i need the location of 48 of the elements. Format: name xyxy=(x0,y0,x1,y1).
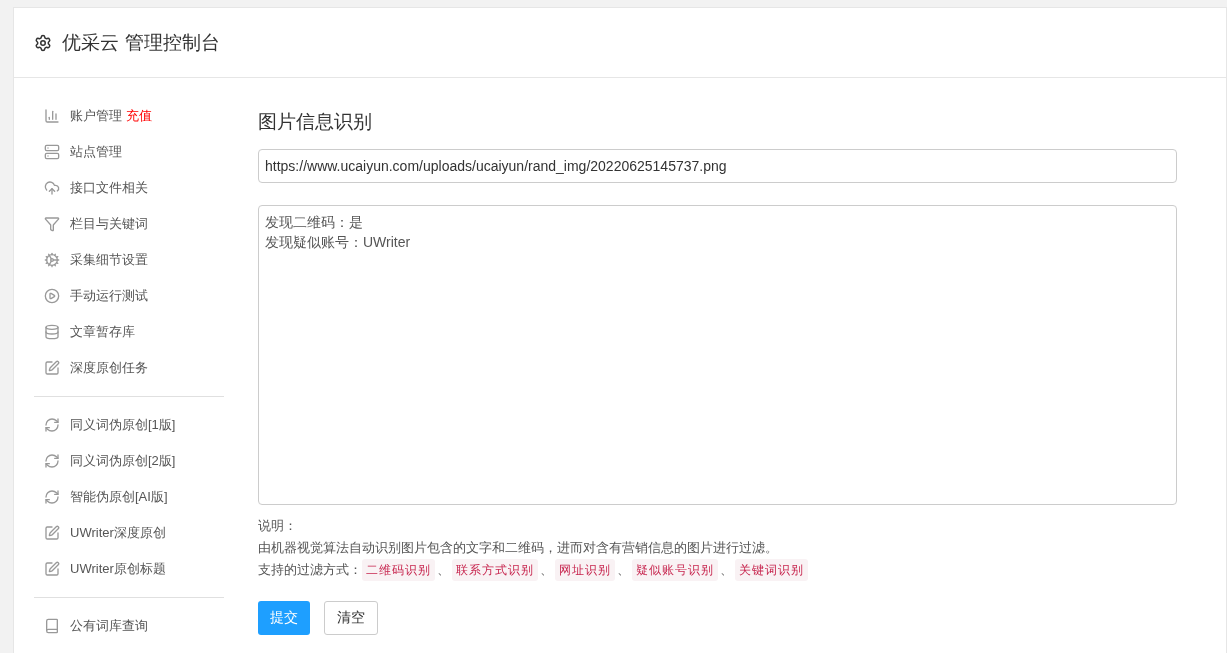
sidebar-item[interactable]: 同义词伪原创[1版] xyxy=(70,415,176,435)
sidebar-item[interactable]: 栏目与关键词 xyxy=(70,214,148,234)
book-icon xyxy=(44,618,60,634)
separator: 、 xyxy=(437,560,450,579)
sidebar-item[interactable]: 同义词伪原创[2版] xyxy=(70,451,176,471)
separator: 、 xyxy=(540,560,553,579)
settings-icon xyxy=(34,33,52,52)
filter-tag: 关键词识别 xyxy=(735,558,808,581)
result-box[interactable]: 发现二维码：是 发现疑似账号：UWriter xyxy=(258,204,1177,505)
edit-icon xyxy=(44,525,60,541)
sidebar-item[interactable]: 深度原创任务 xyxy=(70,358,148,378)
sidebar-item[interactable]: UWriter深度原创 xyxy=(70,523,166,543)
sidebar-item[interactable]: 接口文件相关 xyxy=(70,178,148,198)
description-text: 由机器视觉算法自动识别图片包含的文字和二维码，进而对含有营销信息的图片进行过滤。 xyxy=(258,538,779,557)
sidebar-item[interactable]: 手动运行测试 xyxy=(70,286,148,306)
result-line: 发现二维码：是 xyxy=(265,212,363,232)
filters-label: 支持的过滤方式： xyxy=(258,560,362,579)
sidebar-item[interactable]: 采集细节设置 xyxy=(70,250,148,270)
edit-icon xyxy=(44,360,60,376)
result-line: 发现疑似账号：UWriter xyxy=(265,232,411,252)
filter-tag: 二维码识别 xyxy=(362,558,435,581)
server-icon xyxy=(44,144,60,160)
filter-tag: 联系方式识别 xyxy=(452,558,538,581)
cloud-upload-icon xyxy=(44,180,60,196)
database-icon xyxy=(44,324,60,340)
play-icon xyxy=(44,288,60,304)
separator: 、 xyxy=(720,560,733,579)
page-title: 图片信息识别 xyxy=(258,110,373,134)
url-field[interactable]: https://www.ucaiyun.com/uploads/ucaiyun/rand_img/20220625145737.png xyxy=(258,148,1177,183)
sidebar-item[interactable]: 公有词库查询 xyxy=(70,616,148,636)
clear-button[interactable]: 清空 xyxy=(324,600,378,635)
bar-chart-icon xyxy=(44,108,60,124)
edit-icon xyxy=(44,561,60,577)
sidebar-item[interactable]: 智能伪原创[AI版] xyxy=(70,487,168,507)
recharge-link[interactable]: 充值 xyxy=(126,106,152,126)
funnel-icon xyxy=(44,216,60,232)
sidebar-item[interactable]: 站点管理 xyxy=(70,142,122,162)
console-title: 优采云 管理控制台 xyxy=(62,30,221,56)
sidebar-item[interactable]: UWriter原创标题 xyxy=(70,559,166,579)
refresh-icon xyxy=(44,417,60,433)
filter-tag: 疑似账号识别 xyxy=(632,558,718,581)
separator: 、 xyxy=(617,560,630,579)
notes-label: 说明： xyxy=(258,516,298,535)
sidebar-item[interactable]: 账户管理 xyxy=(70,106,122,126)
filter-tag: 网址识别 xyxy=(555,558,615,581)
refresh-icon xyxy=(44,489,60,505)
refresh-icon xyxy=(44,453,60,469)
sidebar-item[interactable]: 文章暂存库 xyxy=(70,322,135,342)
